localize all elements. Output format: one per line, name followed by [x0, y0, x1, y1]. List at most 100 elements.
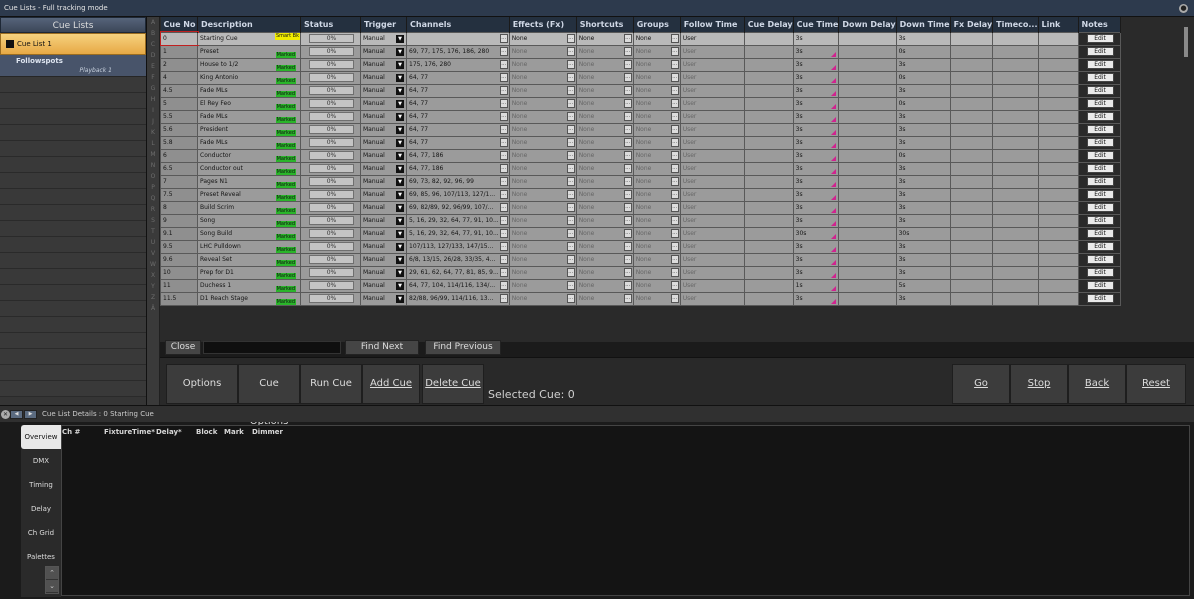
notes-cell[interactable]: Edit — [1077, 70, 1121, 85]
follow-time-cell[interactable]: User — [679, 83, 745, 98]
shortcuts-cell[interactable]: None... — [575, 135, 634, 150]
cue-row[interactable]: 4 King Antonio Marked 0% Manual ▼ 64, 77... Non… — [160, 70, 1121, 85]
ellipsis-icon[interactable]: ... — [499, 228, 508, 238]
trigger-cell[interactable]: Manual ▼ — [360, 83, 407, 98]
ellipsis-icon[interactable]: ... — [566, 241, 575, 251]
trigger-cell[interactable]: Manual ▼ — [360, 174, 407, 189]
cue-delay-cell[interactable] — [743, 96, 794, 111]
ellipsis-icon[interactable]: ... — [499, 241, 508, 251]
trigger-select[interactable]: Manual ▼ — [363, 255, 406, 264]
shortcuts-cell[interactable]: None... — [575, 213, 634, 228]
down-delay-cell[interactable] — [838, 291, 897, 306]
column-header[interactable]: Follow Time — [680, 17, 745, 32]
ellipsis-icon[interactable]: ... — [623, 176, 632, 186]
ellipsis-icon[interactable]: ... — [566, 124, 575, 134]
cue-time-cell[interactable]: 3s — [792, 44, 840, 59]
cue-time-cell[interactable]: 3s — [792, 83, 840, 98]
fx-delay-cell[interactable] — [949, 148, 994, 163]
notes-cell[interactable]: Edit — [1077, 239, 1121, 254]
fx-cell[interactable]: None... — [508, 122, 577, 137]
cue-number-cell[interactable]: 2 — [160, 57, 198, 72]
alpha-letter[interactable]: M — [147, 149, 159, 160]
down-time-cell[interactable]: 3s — [895, 109, 951, 124]
fx-delay-cell[interactable] — [949, 83, 994, 98]
cue-time-cell[interactable]: 3s — [792, 161, 840, 176]
link-cell[interactable] — [1037, 70, 1079, 85]
follow-time-cell[interactable]: User — [679, 122, 745, 137]
fx-cell[interactable]: None... — [508, 252, 577, 267]
ellipsis-icon[interactable]: ... — [566, 46, 575, 56]
notes-cell[interactable]: Edit — [1077, 83, 1121, 98]
trigger-cell[interactable]: Manual ▼ — [360, 135, 407, 150]
trigger-select[interactable]: Manual ▼ — [363, 138, 406, 147]
fx-cell[interactable]: None... — [508, 31, 577, 46]
ellipsis-icon[interactable]: ... — [670, 98, 679, 108]
description-cell[interactable]: President Marked — [197, 122, 301, 137]
follow-time-cell[interactable]: User — [679, 174, 745, 189]
details-tab[interactable]: DMX — [21, 449, 61, 473]
trigger-cell[interactable]: Manual ▼ — [360, 291, 407, 306]
cue-time-cell[interactable]: 3s — [792, 57, 840, 72]
alpha-letter[interactable]: A — [147, 17, 159, 28]
ellipsis-icon[interactable]: ... — [623, 202, 632, 212]
shortcuts-cell[interactable]: None... — [575, 187, 634, 202]
details-column-header[interactable]: Dimmer — [252, 426, 283, 438]
down-delay-cell[interactable] — [838, 70, 897, 85]
ellipsis-icon[interactable]: ... — [623, 241, 632, 251]
description-cell[interactable]: Song Build Marked — [197, 226, 301, 241]
link-cell[interactable] — [1037, 239, 1079, 254]
follow-time-cell[interactable]: User — [679, 291, 745, 306]
next-cue-icon[interactable]: ▶ — [24, 410, 37, 419]
cue-time-cell[interactable]: 30s — [792, 226, 840, 241]
cue-number-cell[interactable]: 5.6 — [160, 122, 198, 137]
down-time-cell[interactable]: 3s — [895, 213, 951, 228]
edit-notes-button[interactable]: Edit — [1086, 34, 1114, 43]
column-header[interactable]: Notes — [1078, 17, 1121, 32]
notes-cell[interactable]: Edit — [1077, 161, 1121, 176]
timecode-cell[interactable] — [992, 148, 1039, 163]
groups-cell[interactable]: None... — [632, 83, 681, 98]
column-header[interactable]: Effects (Fx) — [509, 17, 577, 32]
edit-notes-button[interactable]: Edit — [1086, 203, 1114, 212]
back-button[interactable]: Back — [1068, 364, 1126, 404]
edit-notes-button[interactable]: Edit — [1086, 229, 1114, 238]
cue-delay-cell[interactable] — [743, 265, 794, 280]
ellipsis-icon[interactable]: ... — [670, 85, 679, 95]
timecode-cell[interactable] — [992, 226, 1039, 241]
down-delay-cell[interactable] — [838, 213, 897, 228]
trigger-cell[interactable]: Manual ▼ — [360, 44, 407, 59]
down-delay-cell[interactable] — [838, 174, 897, 189]
shortcuts-cell[interactable]: None... — [575, 200, 634, 215]
trigger-cell[interactable]: Manual ▼ — [360, 226, 407, 241]
cue-number-cell[interactable]: 11 — [160, 278, 198, 293]
down-delay-cell[interactable] — [838, 135, 897, 150]
edit-notes-button[interactable]: Edit — [1086, 112, 1114, 121]
trigger-cell[interactable]: Manual ▼ — [360, 161, 407, 176]
follow-time-cell[interactable]: User — [679, 44, 745, 59]
shortcuts-cell[interactable]: None... — [575, 109, 634, 124]
link-cell[interactable] — [1037, 135, 1079, 150]
trigger-cell[interactable]: Manual ▼ — [360, 213, 407, 228]
timecode-cell[interactable] — [992, 122, 1039, 137]
details-column-header[interactable]: Delay* — [156, 426, 196, 438]
trigger-select[interactable]: Manual ▼ — [363, 177, 406, 186]
ellipsis-icon[interactable]: ... — [566, 202, 575, 212]
column-header[interactable]: Timeco... — [992, 17, 1039, 32]
cue-row[interactable]: 6 Conductor Marked 0% Manual ▼ 64, 77, 186... N… — [160, 148, 1121, 163]
ellipsis-icon[interactable]: ... — [623, 98, 632, 108]
timecode-cell[interactable] — [992, 44, 1039, 59]
description-cell[interactable]: D1 Reach Stage Marked — [197, 291, 301, 306]
ellipsis-icon[interactable]: ... — [670, 124, 679, 134]
link-cell[interactable] — [1037, 44, 1079, 59]
edit-notes-button[interactable]: Edit — [1086, 255, 1114, 264]
ellipsis-icon[interactable]: ... — [499, 85, 508, 95]
ellipsis-icon[interactable]: ... — [499, 280, 508, 290]
cue-row[interactable]: 9.1 Song Build Marked 0% Manual ▼ 5, 16, 29, 3… — [160, 226, 1121, 241]
channels-cell[interactable]: 64, 77... — [406, 135, 510, 150]
groups-cell[interactable]: None... — [632, 70, 681, 85]
timecode-cell[interactable] — [992, 70, 1039, 85]
ellipsis-icon[interactable]: ... — [499, 189, 508, 199]
trigger-cell[interactable]: Manual ▼ — [360, 70, 407, 85]
chevron-down-icon[interactable]: ▼ — [396, 47, 404, 56]
down-time-cell[interactable]: 3s — [895, 200, 951, 215]
